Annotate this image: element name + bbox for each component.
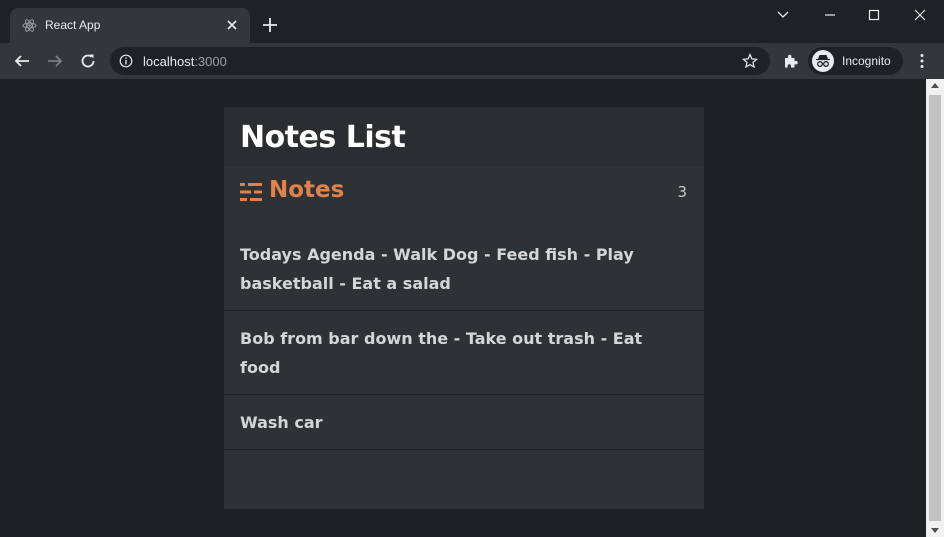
note-item[interactable]: Wash car — [224, 395, 704, 450]
notes-section-header: Notes 3 — [224, 167, 704, 227]
extensions-puzzle-icon[interactable] — [782, 52, 800, 70]
maximize-icon[interactable] — [859, 5, 889, 25]
app-header: Notes List — [224, 107, 704, 167]
page-viewport: Notes List Notes 3 Todays Agenda - Walk … — [0, 79, 926, 537]
browser-tab[interactable]: React App — [10, 8, 250, 43]
kebab-menu-icon[interactable] — [913, 52, 931, 70]
scrollbar-thumb[interactable] — [929, 95, 941, 521]
url-host: localhost — [143, 54, 195, 69]
scroll-down-arrow-icon[interactable] — [931, 528, 939, 533]
scroll-up-arrow-icon[interactable] — [931, 83, 939, 88]
incognito-profile-button[interactable]: Incognito — [808, 47, 903, 75]
notes-app: Notes List Notes 3 Todays Agenda - Walk … — [224, 107, 704, 509]
address-bar[interactable]: localhost:3000 — [110, 47, 770, 75]
info-icon[interactable] — [119, 54, 133, 68]
new-tab-icon[interactable] — [260, 15, 280, 35]
minimize-icon[interactable] — [815, 5, 845, 25]
note-item[interactable]: Todays Agenda - Walk Dog - Feed fish - P… — [224, 227, 704, 311]
notes-list-icon — [240, 183, 262, 201]
notes-count: 3 — [677, 183, 687, 201]
close-icon[interactable] — [224, 17, 240, 33]
star-icon[interactable] — [742, 53, 758, 69]
note-item[interactable]: Bob from bar down the - Take out trash -… — [224, 311, 704, 395]
notes-list: Todays Agenda - Walk Dog - Feed fish - P… — [224, 227, 704, 450]
incognito-label: Incognito — [842, 54, 891, 68]
react-logo-icon — [22, 19, 37, 32]
tab-title: React App — [45, 18, 101, 32]
vertical-scrollbar[interactable] — [926, 79, 944, 537]
page-title: Notes List — [240, 120, 406, 155]
window-close-icon[interactable] — [905, 5, 935, 25]
browser-toolbar: localhost:3000 Incognito — [0, 43, 944, 79]
chevron-down-icon[interactable] — [768, 5, 798, 25]
browser-titlebar: React App — [0, 0, 944, 43]
url-text[interactable]: localhost:3000 — [143, 54, 227, 69]
forward-arrow-icon[interactable] — [46, 52, 64, 70]
back-arrow-icon[interactable] — [13, 52, 31, 70]
url-port: :3000 — [194, 54, 227, 69]
notes-heading: Notes — [269, 177, 345, 203]
incognito-icon — [812, 50, 834, 72]
reload-icon[interactable] — [79, 52, 97, 70]
